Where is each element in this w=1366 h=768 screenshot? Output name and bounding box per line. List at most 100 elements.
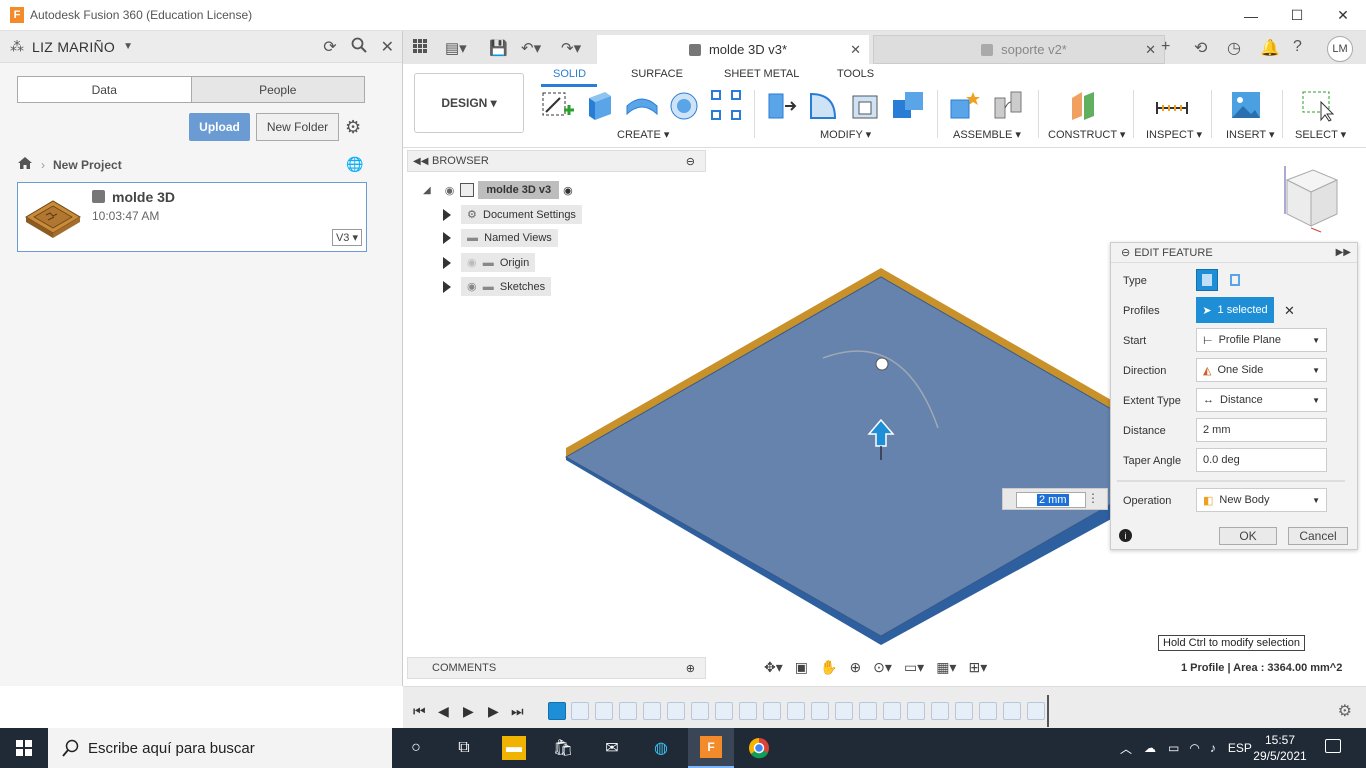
timeline-item[interactable] bbox=[715, 702, 733, 720]
tab-data[interactable]: Data bbox=[18, 77, 191, 102]
new-component-icon[interactable] bbox=[947, 88, 981, 122]
close-panel-icon[interactable]: ✕ bbox=[381, 37, 394, 58]
notifications-icon[interactable]: 🔔 bbox=[1260, 38, 1280, 58]
combine-icon[interactable] bbox=[891, 88, 925, 122]
modify-menu[interactable]: MODIFY ▾ bbox=[820, 128, 871, 141]
step-back-icon[interactable]: ◀ bbox=[438, 703, 449, 720]
eye-hidden-icon[interactable]: ◉ bbox=[467, 257, 477, 269]
task-view-icon[interactable]: ⧉ bbox=[452, 736, 476, 760]
tab-solid[interactable]: SOLID bbox=[553, 68, 586, 80]
revolve-icon[interactable] bbox=[625, 88, 659, 122]
timeline-item-extrude[interactable] bbox=[571, 702, 589, 720]
expand-icon[interactable] bbox=[443, 256, 451, 269]
version-dropdown[interactable]: V3 ▾ bbox=[331, 229, 362, 246]
orbit-icon[interactable]: ✥▾ bbox=[764, 659, 783, 676]
direction-dropdown[interactable]: ◭ One Side ▼ bbox=[1196, 358, 1327, 382]
timeline-item[interactable] bbox=[835, 702, 853, 720]
select-window-icon[interactable] bbox=[1301, 88, 1335, 122]
edge-icon[interactable]: ◍ bbox=[649, 736, 673, 760]
maximize-button[interactable]: ☐ bbox=[1274, 0, 1320, 31]
go-to-end-icon[interactable]: ⏭ bbox=[511, 703, 524, 720]
offset-plane-icon[interactable] bbox=[1066, 88, 1100, 122]
close-button[interactable]: ✕ bbox=[1320, 0, 1366, 31]
step-forward-icon[interactable]: ▶ bbox=[488, 703, 499, 720]
press-pull-icon[interactable] bbox=[765, 88, 799, 122]
chevron-down-icon[interactable]: ▼ bbox=[123, 41, 133, 52]
timeline-item[interactable] bbox=[931, 702, 949, 720]
go-to-start-icon[interactable]: ⏮ bbox=[413, 703, 426, 720]
timeline-item[interactable] bbox=[979, 702, 997, 720]
timeline-item-sketch[interactable] bbox=[548, 702, 566, 720]
file-explorer-icon[interactable]: ▬ bbox=[502, 736, 526, 760]
timeline-item[interactable] bbox=[691, 702, 709, 720]
extent-type-dropdown[interactable]: ↔ Distance ▼ bbox=[1196, 388, 1327, 412]
activate-radio-icon[interactable]: ◉ bbox=[563, 184, 573, 197]
home-icon[interactable] bbox=[17, 156, 33, 173]
distance-field[interactable]: 2 mm bbox=[1196, 418, 1327, 442]
save-icon[interactable]: 💾 bbox=[489, 39, 508, 57]
volume-icon[interactable]: ♪ bbox=[1210, 741, 1216, 755]
windows-start-icon[interactable] bbox=[0, 728, 48, 768]
browser-item-document-settings[interactable]: ⚙ Document Settings bbox=[443, 205, 582, 224]
timeline-item[interactable] bbox=[955, 702, 973, 720]
browser-item-origin[interactable]: ◉ ▬ Origin bbox=[443, 253, 536, 272]
viewports-icon[interactable]: ⊞▾ bbox=[968, 659, 987, 676]
browser-root[interactable]: ◢ ◉ molde 3D v3 ◉ bbox=[423, 181, 573, 199]
store-icon[interactable]: 🛍 bbox=[551, 736, 575, 760]
notifications-icon[interactable] bbox=[1325, 739, 1341, 753]
battery-icon[interactable]: ▭ bbox=[1168, 741, 1179, 755]
minimize-button[interactable]: — bbox=[1228, 0, 1274, 31]
body-top-face[interactable] bbox=[564, 276, 1114, 637]
fusion-taskbar-icon[interactable]: F bbox=[688, 728, 734, 768]
new-tab-icon[interactable]: + bbox=[1161, 38, 1170, 56]
team-icon[interactable]: ⁂ bbox=[10, 38, 24, 55]
clock[interactable]: 15:57 29/5/2021 bbox=[1250, 732, 1310, 764]
ok-button[interactable]: OK bbox=[1219, 527, 1277, 545]
refresh-icon[interactable]: ⟳ bbox=[323, 37, 336, 58]
taper-angle-field[interactable]: 0.0 deg bbox=[1196, 448, 1327, 472]
minimize-browser-icon[interactable]: ⊖ bbox=[686, 155, 695, 168]
insert-image-icon[interactable] bbox=[1229, 88, 1263, 122]
cortana-icon[interactable]: ○ bbox=[404, 736, 428, 760]
upload-button[interactable]: Upload bbox=[189, 113, 250, 141]
fit-icon[interactable]: ⊙▾ bbox=[873, 659, 892, 676]
wifi-icon[interactable]: ◠ bbox=[1189, 741, 1199, 755]
tab-tools[interactable]: TOOLS bbox=[837, 68, 874, 80]
show-hidden-icons[interactable]: ︿ bbox=[1120, 740, 1132, 757]
timeline-item[interactable] bbox=[739, 702, 757, 720]
root-component-label[interactable]: molde 3D v3 bbox=[478, 181, 560, 199]
more-options-icon[interactable]: ⋮ bbox=[1087, 491, 1099, 505]
insert-menu[interactable]: INSERT ▾ bbox=[1226, 128, 1275, 141]
inspect-menu[interactable]: INSPECT ▾ bbox=[1146, 128, 1202, 141]
add-comment-icon[interactable]: ⊕ bbox=[686, 662, 695, 675]
close-tab-icon[interactable]: ✕ bbox=[1145, 42, 1156, 58]
edit-feature-header[interactable]: ⊖ EDIT FEATURE ▶▶ bbox=[1111, 243, 1357, 263]
cancel-button[interactable]: Cancel bbox=[1288, 527, 1348, 545]
design-workspace-button[interactable]: DESIGN ▾ bbox=[414, 73, 524, 133]
timeline-item[interactable] bbox=[619, 702, 637, 720]
pan-icon[interactable]: ✋ bbox=[820, 659, 837, 676]
mail-icon[interactable]: ✉ bbox=[600, 736, 624, 760]
globe-icon[interactable]: 🌐 bbox=[346, 156, 363, 173]
type-solid-button[interactable] bbox=[1196, 269, 1218, 291]
expand-icon[interactable] bbox=[443, 232, 451, 244]
timeline-item[interactable] bbox=[667, 702, 685, 720]
start-dropdown[interactable]: ⊢ Profile Plane ▼ bbox=[1196, 328, 1327, 352]
chrome-icon[interactable] bbox=[747, 736, 771, 760]
timeline-item[interactable] bbox=[1027, 702, 1045, 720]
info-icon[interactable]: i bbox=[1119, 529, 1132, 542]
eye-icon[interactable]: ◉ bbox=[467, 281, 477, 293]
clear-selection-icon[interactable]: ✕ bbox=[1284, 303, 1295, 319]
create-menu[interactable]: CREATE ▾ bbox=[617, 128, 669, 141]
look-at-icon[interactable]: ▣ bbox=[795, 659, 808, 676]
help-icon[interactable]: ? bbox=[1293, 38, 1302, 56]
play-icon[interactable]: ▶ bbox=[463, 703, 474, 720]
extensions-icon[interactable]: ⟲ bbox=[1194, 38, 1207, 58]
gear-icon[interactable]: ⚙ bbox=[345, 117, 361, 138]
joint-icon[interactable] bbox=[991, 88, 1025, 122]
undo-icon[interactable]: ↶▾ bbox=[521, 39, 541, 57]
timeline-marker[interactable] bbox=[1047, 695, 1049, 727]
grid-icon[interactable]: ▦▾ bbox=[936, 659, 956, 676]
profiles-select-button[interactable]: ➤ 1 selected bbox=[1196, 297, 1274, 323]
timeline-item[interactable] bbox=[1003, 702, 1021, 720]
